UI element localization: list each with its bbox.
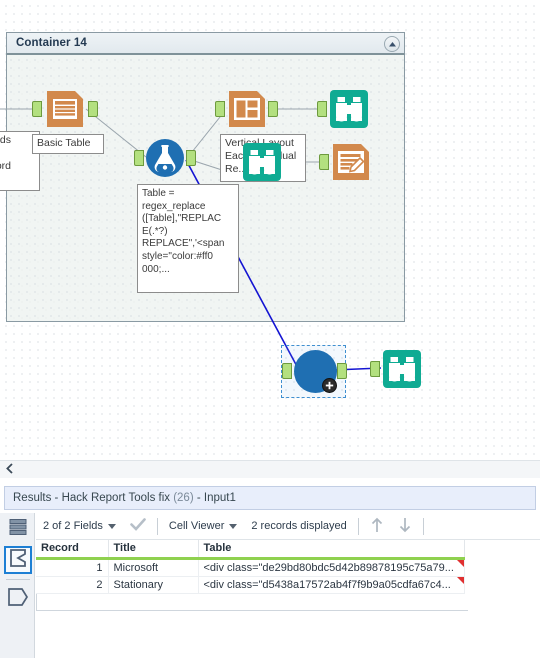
node-render[interactable] — [319, 141, 372, 188]
table-header-row: Record Title Table — [36, 540, 465, 560]
data-icon — [8, 517, 28, 542]
binoculars-icon — [241, 143, 283, 187]
binoculars-icon — [381, 350, 423, 394]
fields-selector[interactable]: 2 of 2 Fields — [36, 513, 123, 539]
sigma-icon — [8, 548, 28, 573]
toolbar-divider — [156, 517, 158, 535]
metadata-icon — [7, 587, 29, 612]
output-anchor[interactable] — [337, 363, 347, 379]
flask-icon — [145, 139, 185, 182]
arrow-up-icon — [370, 517, 384, 536]
scroll-down-button[interactable] — [391, 513, 419, 539]
rail-divider — [6, 579, 30, 580]
workflow-canvas[interactable]: Container 14 words ce yword — [0, 0, 540, 478]
cell-viewer-selector[interactable]: Cell Viewer — [162, 513, 244, 539]
cell-record[interactable]: 2 — [36, 576, 109, 594]
rail-metadata-button[interactable] — [4, 585, 32, 613]
scroll-up-button[interactable] — [363, 513, 391, 539]
cell-viewer-label: Cell Viewer — [168, 520, 225, 532]
node-browse-top[interactable] — [317, 88, 370, 135]
cell-table[interactable]: <div class="de29bd80bdc5d42b89878195c75a… — [198, 558, 465, 577]
chevron-up-icon[interactable] — [384, 36, 400, 52]
results-title-bar[interactable]: Results - Hack Report Tools fix (26) - I… — [4, 486, 536, 510]
results-grid[interactable]: Record Title Table 1 Microsoft <div clas… — [36, 540, 540, 610]
input-anchor[interactable] — [317, 101, 327, 117]
table-icon — [44, 91, 86, 134]
input-anchor[interactable] — [134, 150, 144, 166]
input-anchor[interactable] — [319, 154, 329, 170]
check-icon — [130, 518, 146, 534]
arrow-down-icon — [398, 517, 412, 536]
results-panel[interactable]: Results - Hack Report Tools fix (26) - I… — [0, 478, 540, 658]
results-title: Results - Hack Report Tools fix (26) - I… — [13, 492, 236, 504]
results-title-count: (26) — [173, 492, 194, 504]
output-anchor[interactable] — [186, 150, 196, 166]
node-formula[interactable] — [134, 138, 196, 183]
node-basic-table[interactable] — [32, 88, 98, 135]
rail-data-button[interactable] — [4, 515, 32, 543]
results-rail[interactable] — [0, 513, 35, 658]
column-header-title[interactable]: Title — [108, 540, 199, 560]
apply-check-button[interactable] — [123, 513, 153, 539]
layout-icon — [226, 91, 268, 134]
results-title-suffix: - Input1 — [193, 492, 236, 504]
output-anchor[interactable] — [88, 101, 98, 117]
rail-sigma-button[interactable] — [4, 546, 32, 574]
results-title-main: Results - Hack Report Tools fix — [13, 492, 174, 504]
cell-title[interactable]: Stationary — [108, 576, 199, 594]
table-row[interactable]: 1 Microsoft <div class="de29bd80bdc5d42b… — [36, 558, 465, 577]
cell-table[interactable]: <div class="d5438a17572ab4f7f9b9a05cdfa6… — [198, 576, 465, 594]
chevron-left-icon[interactable] — [5, 461, 14, 479]
results-table[interactable]: Record Title Table 1 Microsoft <div clas… — [36, 540, 465, 594]
input-anchor[interactable] — [370, 361, 380, 377]
table-row[interactable]: 2 Stationary <div class="d5438a17572ab4f… — [36, 576, 465, 594]
toolbar-divider — [357, 517, 359, 535]
report-pencil-icon — [330, 144, 372, 187]
cell-title[interactable]: Microsoft — [108, 558, 199, 577]
node-label-basic-table: Basic Table — [32, 134, 104, 154]
input-anchor[interactable] — [215, 101, 225, 117]
column-header-table[interactable]: Table — [198, 540, 465, 560]
node-vertical-layout[interactable] — [215, 88, 278, 135]
chevron-down-icon[interactable] — [107, 523, 116, 529]
binoculars-icon — [328, 90, 370, 134]
grid-bottom-edge — [36, 610, 468, 611]
container-header[interactable]: Container 14 — [6, 32, 405, 55]
records-displayed-label: 2 records displayed — [251, 520, 347, 532]
node-browse-bottom[interactable] — [370, 348, 423, 395]
input-anchor[interactable] — [282, 363, 292, 379]
output-anchor[interactable] — [268, 101, 278, 117]
toolbar-divider — [422, 517, 424, 535]
input-anchor[interactable] — [32, 101, 42, 117]
column-header-record[interactable]: Record — [36, 540, 109, 560]
chevron-down-icon[interactable] — [229, 523, 238, 529]
node-browse-mid[interactable] — [241, 141, 283, 188]
plus-icon[interactable] — [322, 378, 337, 393]
results-toolbar[interactable]: 2 of 2 Fields Cell Viewer 2 records disp… — [36, 513, 540, 540]
canvas-horizontal-scrollbar[interactable] — [0, 460, 540, 478]
formula-annotation: Table = regex_replace ([Table],"REPLAC E… — [137, 184, 239, 293]
cell-record[interactable]: 1 — [36, 558, 109, 577]
fields-label: 2 of 2 Fields — [43, 520, 103, 532]
container-title: Container 14 — [16, 37, 87, 49]
